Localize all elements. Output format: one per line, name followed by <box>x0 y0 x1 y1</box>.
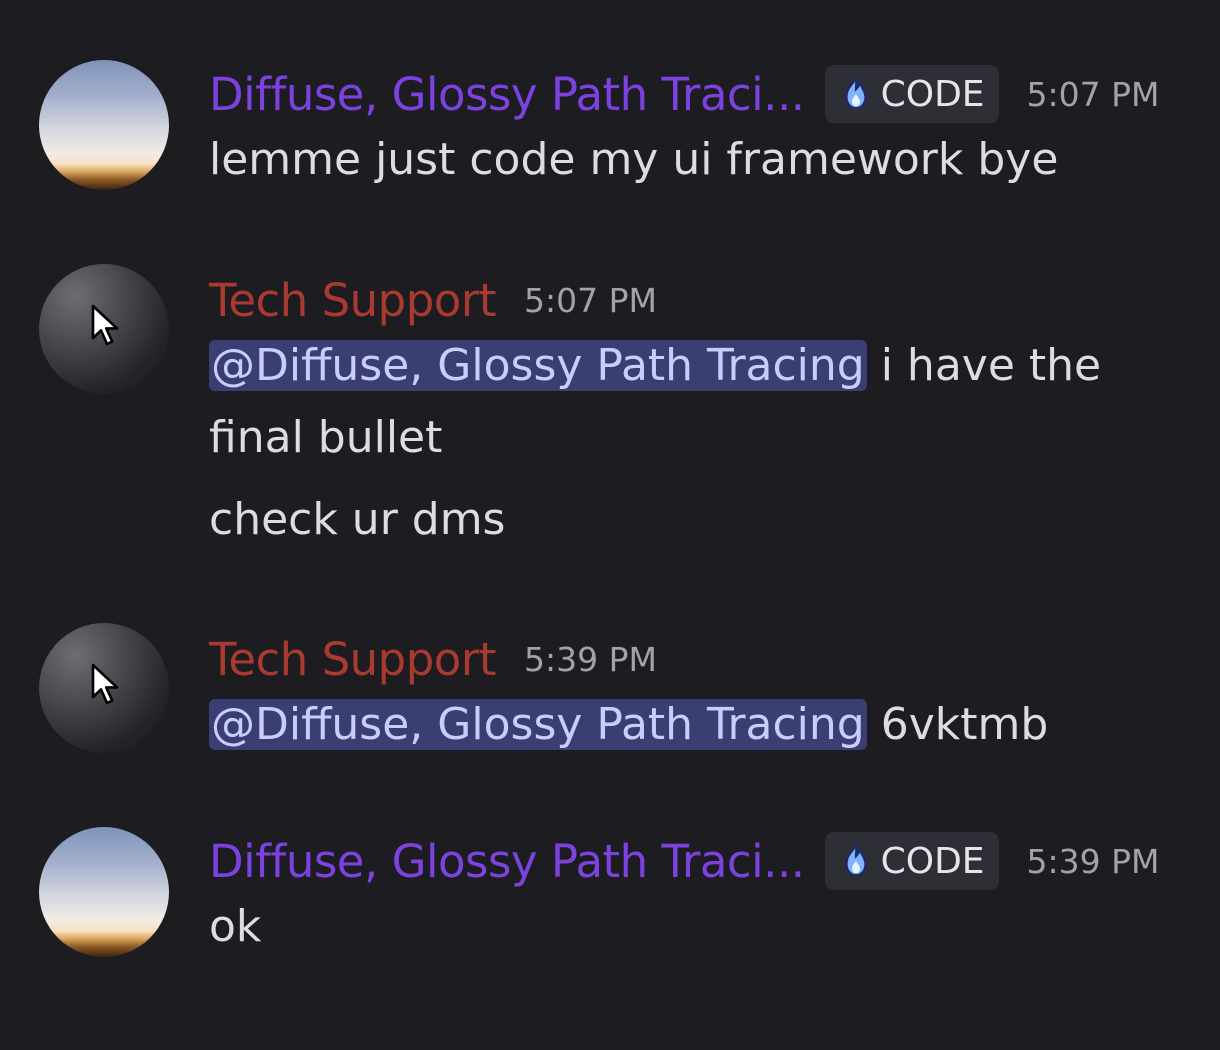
server-tag[interactable]: CODE <box>824 65 999 123</box>
avatar[interactable] <box>39 827 169 957</box>
timestamp: 5:39 PM <box>523 639 657 679</box>
user-mention[interactable]: @Diffuse, Glossy Path Tracing <box>209 699 867 750</box>
blue-flame-icon <box>844 75 867 110</box>
server-tag[interactable]: CODE <box>824 832 999 890</box>
timestamp: 5:39 PM <box>1026 841 1160 881</box>
message-text: lemme just code my ui framework bye <box>209 134 1059 185</box>
author-name[interactable]: Tech Support <box>209 633 496 686</box>
message-header: Diffuse, Glossy Path Traci... CODE 5:39 … <box>209 831 1190 891</box>
message-header: Tech Support 5:07 PM <box>209 270 1190 330</box>
avatar[interactable] <box>39 60 169 190</box>
user-mention[interactable]: @Diffuse, Glossy Path Tracing <box>209 340 867 391</box>
message-text-part: final bullet <box>209 412 443 463</box>
author-name[interactable]: Tech Support <box>209 274 496 327</box>
message-header: Diffuse, Glossy Path Traci... CODE 5:07 … <box>209 64 1190 124</box>
cursor-icon <box>91 663 119 705</box>
message-text: @Diffuse, Glossy Path Tracing i have the… <box>209 330 1190 474</box>
chat-messages: Diffuse, Glossy Path Traci... CODE 5:07 … <box>0 0 1220 1050</box>
timestamp: 5:07 PM <box>1026 74 1160 114</box>
tag-label: CODE <box>880 73 985 115</box>
message-text-part: 6vktmb <box>866 699 1049 750</box>
cursor-icon <box>91 304 119 346</box>
tag-label: CODE <box>880 840 985 882</box>
author-name[interactable]: Diffuse, Glossy Path Traci... <box>209 835 805 888</box>
avatar[interactable] <box>39 623 169 753</box>
avatar[interactable] <box>39 264 169 394</box>
timestamp: 5:07 PM <box>523 280 657 320</box>
author-name[interactable]: Diffuse, Glossy Path Traci... <box>209 68 805 121</box>
message-text: ok <box>209 901 262 952</box>
message-text: check ur dms <box>209 494 506 545</box>
message-text-part: i have the <box>866 340 1102 391</box>
message-header: Tech Support 5:39 PM <box>209 629 1190 689</box>
blue-flame-icon <box>844 842 867 877</box>
message-text: @Diffuse, Glossy Path Tracing 6vktmb <box>209 689 1190 761</box>
